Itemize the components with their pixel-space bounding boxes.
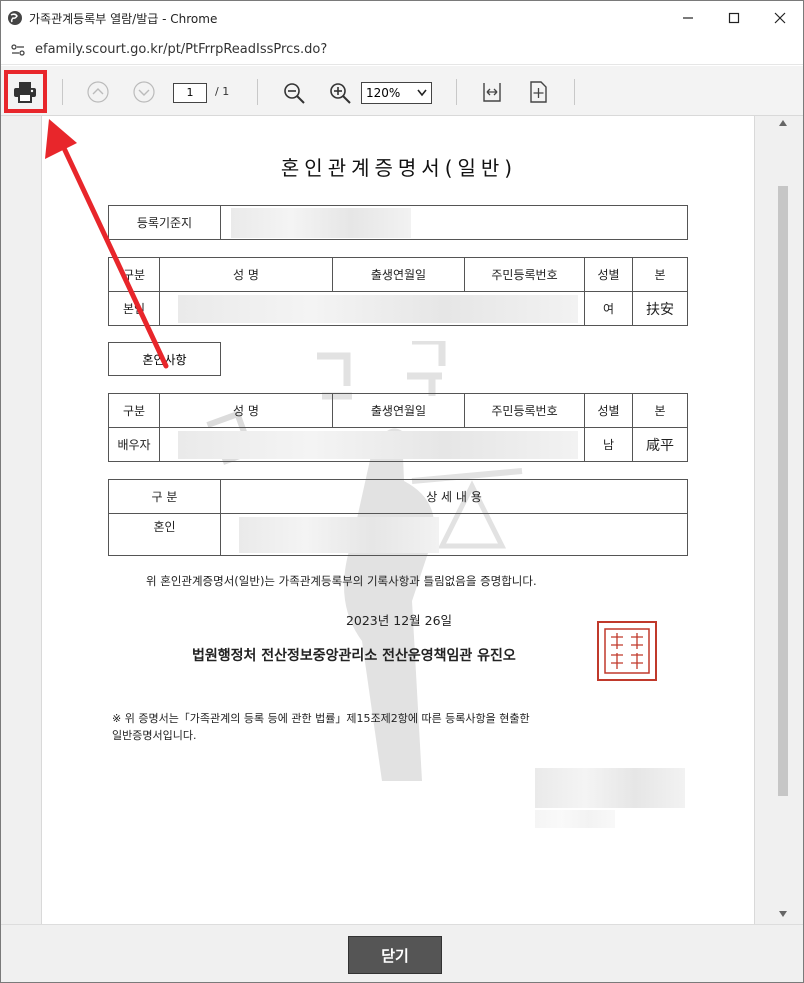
row-label: 본인 xyxy=(108,291,160,326)
zoom-out-icon xyxy=(284,83,305,104)
close-window-button[interactable] xyxy=(757,1,803,35)
site-settings-icon[interactable] xyxy=(11,43,25,57)
registry-label: 등록기준지 xyxy=(108,205,221,240)
issuer-name: 법원행정처 전산정보중앙관리소 전산운영책임관 유진오 xyxy=(192,648,516,664)
col-header: 성별 xyxy=(584,393,633,428)
redacted-block xyxy=(239,516,439,553)
registry-table: 등록기준지 xyxy=(108,205,688,240)
page-total: / 1 xyxy=(215,85,230,98)
close-button[interactable]: 닫기 xyxy=(348,936,442,974)
col-header: 상 세 내 용 xyxy=(220,479,688,514)
note-line-2: 일반증명서입니다. xyxy=(112,729,197,742)
note-line-1: ※ 위 증명서는「가족관계의 등록 등에 관한 법률」제15조제2항에 따른 등… xyxy=(112,712,530,725)
certify-text: 위 혼인관계증명서(일반)는 가족관계등록부의 기록사항과 틀림없음을 증명합니… xyxy=(146,574,537,588)
col-header: 성 명 xyxy=(159,393,333,428)
fit-width-icon xyxy=(483,83,501,102)
fit-page-icon xyxy=(530,81,547,103)
col-header: 주민등록번호 xyxy=(464,257,585,292)
redacted-block xyxy=(231,207,411,238)
chevron-up-icon xyxy=(87,81,109,103)
gender-value: 남 xyxy=(584,427,633,462)
title-bar: 가족관계등록부 열람/발급 - Chrome xyxy=(1,1,803,35)
scroll-down-icon[interactable] xyxy=(779,911,787,917)
col-header: 성 명 xyxy=(159,257,333,292)
origin-value: 扶安 xyxy=(632,291,688,326)
print-highlight-box xyxy=(4,70,47,113)
official-seal xyxy=(597,621,657,681)
col-header: 출생연월일 xyxy=(332,393,465,428)
section-label: 혼인사항 xyxy=(108,342,221,376)
dropdown-caret-icon xyxy=(417,89,427,97)
next-page-button[interactable] xyxy=(132,80,156,104)
maximize-button[interactable] xyxy=(711,1,757,35)
redacted-block xyxy=(178,430,578,459)
scrollbar-thumb[interactable] xyxy=(778,186,788,796)
col-header: 성별 xyxy=(584,257,633,292)
gender-value: 여 xyxy=(584,291,633,326)
fit-page-button[interactable] xyxy=(525,79,551,105)
col-header: 구 분 xyxy=(108,479,221,514)
redacted-block xyxy=(178,294,578,323)
chevron-down-icon xyxy=(133,81,155,103)
maximize-icon xyxy=(728,12,740,24)
col-header: 구분 xyxy=(108,257,160,292)
zoom-in-icon xyxy=(330,83,351,104)
globe-icon xyxy=(8,11,22,25)
zoom-in-button[interactable] xyxy=(327,80,353,106)
browser-window: 가족관계등록부 열람/발급 - Chrome efamily.scourt.go… xyxy=(0,0,804,983)
col-header: 본 xyxy=(632,257,688,292)
address-bar[interactable]: efamily.scourt.go.kr/pt/PtFrrpReadIssPrc… xyxy=(1,35,803,65)
redacted-barcode xyxy=(535,768,685,808)
pdf-toolbar: 1 / 1 120% xyxy=(1,66,803,116)
redacted-barcode xyxy=(535,810,615,828)
row-label: 배우자 xyxy=(108,427,160,462)
previous-page-button[interactable] xyxy=(86,80,110,104)
col-header: 구분 xyxy=(108,393,160,428)
vertical-scrollbar[interactable] xyxy=(775,116,791,924)
fit-width-button[interactable] xyxy=(479,79,505,105)
close-icon xyxy=(774,12,786,24)
origin-value: 咸平 xyxy=(632,427,688,462)
zoom-out-button[interactable] xyxy=(281,80,307,106)
document-viewer[interactable]: 혼인관계증명서(일반) 등록기준지 구분 성 명 출생연월일 주민등록번호 성별… xyxy=(1,116,803,924)
minimize-icon xyxy=(683,17,693,19)
page-number-input[interactable]: 1 xyxy=(173,83,207,103)
zoom-select[interactable]: 120% xyxy=(361,82,432,104)
window-title: 가족관계등록부 열람/발급 - Chrome xyxy=(29,11,218,26)
document-title: 혼인관계증명서(일반) xyxy=(280,156,518,180)
zoom-value: 120% xyxy=(366,86,401,100)
marriage-detail-table: 구 분 상 세 내 용 혼인 xyxy=(108,479,688,556)
spouse-table: 구분 성 명 출생연월일 주민등록번호 성별 본 배우자 남 咸平 xyxy=(108,393,688,462)
document-page: 혼인관계증명서(일반) 등록기준지 구분 성 명 출생연월일 주민등록번호 성별… xyxy=(41,116,755,924)
row-label: 혼인 xyxy=(108,513,221,556)
footer-bar: 닫기 xyxy=(1,924,803,982)
url-text: efamily.scourt.go.kr/pt/PtFrrpReadIssPrc… xyxy=(35,42,328,57)
minimize-button[interactable] xyxy=(665,1,711,35)
col-header: 본 xyxy=(632,393,688,428)
person-table: 구분 성 명 출생연월일 주민등록번호 성별 본 본인 여 扶安 xyxy=(108,257,688,326)
col-header: 출생연월일 xyxy=(332,257,465,292)
col-header: 주민등록번호 xyxy=(464,393,585,428)
scroll-up-icon[interactable] xyxy=(779,120,787,126)
